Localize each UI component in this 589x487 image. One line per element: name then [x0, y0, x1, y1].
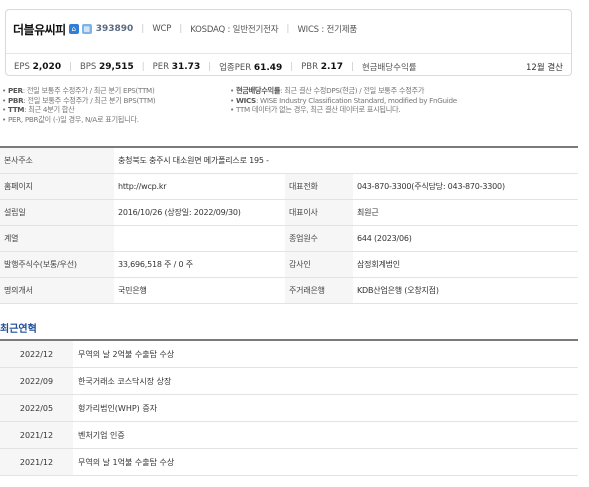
table-row: 2022/05 헝가리법인(WHP) 증자 [0, 394, 578, 422]
table-row: 2022/12 무역의 날 2억불 수출탑 수상 [0, 339, 578, 368]
note-line: • 현금배당수익률: 최근 결산 수정DPS(현금) / 전일 보통주 수정주가 [230, 86, 425, 95]
address-value: 충청북도 충주시 대소원면 메가폴리스로 195 - [114, 146, 579, 174]
table-row: 2022/09 한국거래소 코스닥시장 상장 [0, 367, 578, 395]
table-row: 본사주소 충청북도 충주시 대소원면 메가폴리스로 195 - [0, 146, 579, 174]
auditor-label: 감사인 [285, 251, 353, 278]
note-line: • WICS: WISE Industry Classification Sta… [230, 95, 457, 105]
metric-dividend-yield: 현금배당수익률 [361, 63, 417, 73]
separator: | [179, 24, 183, 34]
history-event: 헝가리법인(WHP) 증자 [73, 394, 578, 422]
phone-label: 대표전화 [285, 173, 353, 200]
metric-eps: EPS 2,020 [14, 62, 62, 72]
group-value [114, 225, 285, 252]
table-row: 2021/12 벤처기업 인증 [0, 421, 578, 449]
stock-code: 393890 [95, 24, 134, 34]
table-row: 설립일 2016/10/26 (상장일: 2022/09/30) 대표이사 최원… [0, 199, 579, 226]
metrics-row: EPS 2,020 | BPS 29,515 | PER 31.73 | 업종P… [14, 62, 563, 73]
transfer-agent-value: 국민은행 [114, 277, 285, 304]
separator: | [141, 24, 145, 34]
note-line: • PBR: 전일 보통주 수정주가 / 최근 분기 BPS(TTM) [2, 95, 156, 105]
history-table: 2022/12 무역의 날 2억불 수출탑 수상 2022/09 한국거래소 코… [0, 339, 578, 476]
phone-value: 043-870-3300(주식담당: 043-870-3300) [353, 173, 579, 200]
notes-right: • 현금배당수익률: 최근 결산 수정DPS(현금) / 전일 보통주 수정주가… [230, 86, 580, 115]
note-line: • TTM 데이터가 없는 경우, 최근 결산 데이터로 표시됩니다. [230, 105, 401, 115]
group-label: 계열 [0, 225, 114, 252]
separator: | [286, 24, 290, 34]
metric-pbr: PBR 2.17 [301, 62, 343, 72]
building-icon[interactable]: ▦ [81, 24, 92, 34]
company-info-table: 본사주소 충청북도 충주시 대소원면 메가폴리스로 195 - 홈페이지 htt… [0, 146, 579, 304]
table-row: 발행주식수(보통/우선) 33,696,518 주 / 0 주 감사인 삼정회계… [0, 251, 579, 278]
metric-per: PER 31.73 [152, 62, 201, 72]
metric-bps: BPS 29,515 [79, 62, 134, 72]
homepage-label: 홈페이지 [0, 173, 114, 200]
transfer-agent-label: 명의개서 [0, 277, 114, 304]
market-classification: KOSDAQ : 일반전기전자 [190, 25, 279, 35]
main-bank-value: KDB산업은행 (오창지점) [353, 277, 579, 304]
home-icon[interactable]: ⌂ [68, 24, 79, 34]
homepage-link[interactable]: http://wcp.kr [114, 173, 285, 200]
history-event: 무역의 날 1억불 수출탑 수상 [73, 448, 578, 476]
card-divider [6, 53, 571, 54]
shares-label: 발행주식수(보통/우선) [0, 251, 114, 278]
ceo-label: 대표이사 [285, 199, 353, 226]
history-title: 최근연혁 [0, 324, 37, 335]
employees-value: 644 (2023/06) [353, 225, 579, 252]
address-label: 본사주소 [0, 146, 114, 174]
ceo-value: 최원근 [353, 199, 579, 226]
metric-industry-per: 업종PER 61.49 [219, 63, 283, 73]
history-event: 한국거래소 코스닥시장 상장 [73, 367, 578, 395]
history-date: 2022/05 [0, 394, 73, 422]
note-line: • PER, PBR값이 (-)일 경우, N/A로 표기됩니다. [2, 114, 139, 124]
table-row: 2021/12 무역의 날 1억불 수출탑 수상 [0, 448, 578, 476]
employees-label: 종업원수 [285, 225, 353, 252]
history-event: 무역의 날 2억불 수출탑 수상 [73, 339, 578, 368]
fiscal-period-label: 12월 결산 [526, 63, 563, 73]
table-row: 명의개서 국민은행 주거래은행 KDB산업은행 (오창지점) [0, 277, 579, 304]
shares-value: 33,696,518 주 / 0 주 [114, 251, 285, 278]
notes-left: • PER: 전일 보통주 수정주가 / 최근 분기 EPS(TTM) • PB… [2, 86, 228, 124]
history-date: 2021/12 [0, 448, 73, 476]
table-row: 계열 종업원수 644 (2023/06) [0, 225, 579, 252]
company-summary-card: 더블유씨피 ⌂ ▦ 393890 | WCP | KOSDAQ : 일반전기전자… [5, 9, 572, 76]
history-date: 2022/12 [0, 339, 73, 368]
founded-value: 2016/10/26 (상장일: 2022/09/30) [114, 199, 285, 226]
founded-label: 설립일 [0, 199, 114, 226]
company-header: 더블유씨피 ⌂ ▦ 393890 | WCP | KOSDAQ : 일반전기전자… [13, 19, 563, 39]
note-line: • TTM: 최근 4분기 합산 [2, 105, 75, 115]
auditor-value: 삼정회계법인 [353, 251, 579, 278]
note-line: • PER: 전일 보통주 수정주가 / 최근 분기 EPS(TTM) [2, 86, 155, 95]
history-date: 2022/09 [0, 367, 73, 395]
wics-classification: WICS : 전기제품 [297, 25, 358, 35]
history-event: 벤처기업 인증 [73, 421, 578, 449]
history-date: 2021/12 [0, 421, 73, 449]
table-row: 홈페이지 http://wcp.kr 대표전화 043-870-3300(주식담… [0, 173, 579, 200]
company-name: 더블유씨피 [13, 22, 66, 37]
company-english-name: WCP [152, 24, 172, 34]
main-bank-label: 주거래은행 [285, 277, 353, 304]
